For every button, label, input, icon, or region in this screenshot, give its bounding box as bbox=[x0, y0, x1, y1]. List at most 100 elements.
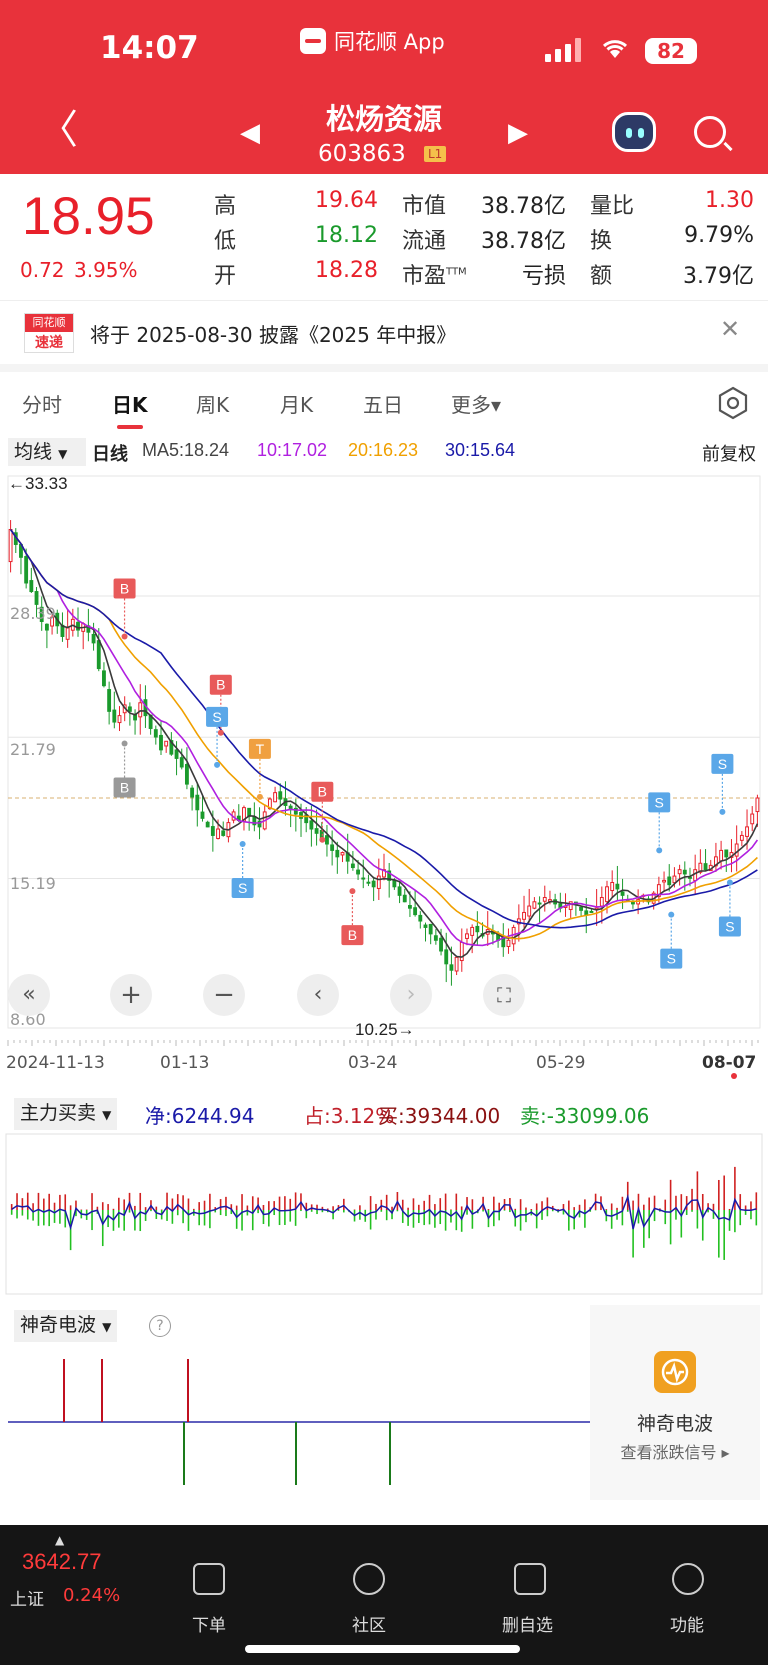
candle-body bbox=[703, 863, 708, 871]
assistant-robot-icon[interactable] bbox=[612, 112, 656, 152]
candle-body bbox=[672, 875, 677, 884]
adjust-mode[interactable]: 前复权 bbox=[702, 440, 756, 466]
candle-body bbox=[755, 797, 760, 813]
level-badge: L1 bbox=[424, 146, 447, 162]
app-label[interactable]: 同花顺 App bbox=[300, 26, 445, 56]
remove-watchlist-icon[interactable] bbox=[514, 1563, 546, 1595]
nav-functions[interactable]: 功能 bbox=[670, 1611, 704, 1636]
candle-body bbox=[682, 869, 687, 875]
open-label: 开 bbox=[214, 264, 237, 289]
close-icon[interactable]: ✕ bbox=[720, 315, 740, 343]
index-value[interactable]: 3642.77 bbox=[22, 1549, 102, 1575]
candle-body bbox=[371, 880, 376, 888]
zoom-out-full-icon[interactable]: « bbox=[8, 974, 50, 1016]
zoom-out-icon[interactable]: − bbox=[203, 974, 245, 1016]
settings-hexagon-icon[interactable] bbox=[716, 386, 750, 420]
x-tick: 03-24 bbox=[348, 1053, 398, 1073]
candle-body bbox=[413, 907, 418, 916]
notice-text: 将于 2025-08-30 披露《2025 年中报》 bbox=[90, 323, 457, 347]
candle-body bbox=[164, 740, 169, 747]
signal-label: B bbox=[216, 677, 225, 693]
community-icon[interactable] bbox=[353, 1563, 385, 1595]
main-force-panel: 主力买卖 ▼ 净:6244.94 占:3.12% 买:39344.00 卖:-3… bbox=[0, 1098, 768, 1298]
wifi-icon bbox=[600, 36, 630, 66]
candle-body bbox=[65, 627, 70, 640]
candle-body bbox=[454, 956, 459, 972]
candle-body bbox=[102, 670, 106, 687]
fullscreen-icon[interactable]: ⛶ bbox=[483, 974, 525, 1016]
signal-icon bbox=[545, 38, 581, 62]
wave-selector[interactable]: 神奇电波 ▼ bbox=[14, 1310, 118, 1342]
search-icon[interactable] bbox=[694, 116, 726, 148]
nav-remove-watchlist[interactable]: 删自选 bbox=[502, 1611, 553, 1636]
signal-label: S bbox=[655, 794, 664, 810]
next-stock-icon[interactable]: ▶ bbox=[508, 118, 528, 148]
candle-body bbox=[210, 826, 215, 836]
amount-label: 额 bbox=[590, 264, 613, 289]
tab-intraday[interactable]: 分时 bbox=[22, 389, 62, 418]
stock-code: 603863 bbox=[318, 141, 406, 167]
candle-body bbox=[335, 849, 340, 858]
main-force-selector[interactable]: 主力买卖 ▼ bbox=[14, 1098, 118, 1130]
candle-body bbox=[190, 787, 195, 798]
candle-body bbox=[506, 939, 511, 947]
y-tick: 21.79 bbox=[10, 740, 56, 759]
candle-body bbox=[532, 901, 537, 909]
tab-more[interactable]: 更多▾ bbox=[451, 389, 501, 418]
order-icon[interactable] bbox=[193, 1563, 225, 1595]
candle-body bbox=[459, 941, 464, 962]
earnings-notice[interactable]: 同花顺 速递 将于 2025-08-30 披露《2025 年中报》 ✕ bbox=[0, 300, 768, 364]
high-value: 19.64 bbox=[315, 188, 378, 213]
candle-body bbox=[138, 702, 143, 718]
quote-panel: 18.95 0.72 3.95% 高 19.64 低 18.12 开 18.28… bbox=[0, 174, 768, 300]
tab-five-day[interactable]: 五日 bbox=[363, 389, 403, 418]
mktcap-label: 市值 bbox=[402, 194, 447, 219]
tab-weekly-k[interactable]: 周K bbox=[196, 389, 229, 418]
candle-body bbox=[444, 949, 449, 965]
candle-body bbox=[428, 923, 433, 935]
candle-body bbox=[200, 811, 205, 819]
mktcap-value: 38.78亿 bbox=[481, 194, 566, 219]
pan-left-icon[interactable]: ‹ bbox=[297, 974, 339, 1016]
signal-dot bbox=[726, 879, 733, 886]
nav-order[interactable]: 下单 bbox=[192, 1611, 226, 1636]
pan-right-icon[interactable]: › bbox=[390, 974, 432, 1016]
menu-icon[interactable] bbox=[672, 1563, 704, 1595]
help-icon[interactable]: ? bbox=[149, 1315, 171, 1337]
candle-body bbox=[739, 834, 744, 841]
candle-body bbox=[216, 828, 220, 839]
float-value: 38.78亿 bbox=[481, 229, 566, 254]
candle-body bbox=[610, 882, 615, 892]
candle-body bbox=[750, 813, 755, 825]
candle-body bbox=[470, 926, 475, 936]
ma-selector[interactable]: 均线 ▼ bbox=[8, 438, 86, 466]
notice-logo-top: 同花顺 bbox=[25, 314, 73, 332]
candle-body bbox=[325, 835, 329, 845]
wave-icon bbox=[654, 1351, 696, 1393]
candle-body bbox=[356, 869, 360, 875]
wave-promo-card[interactable]: 神奇电波 查看涨跌信号 ▸ bbox=[590, 1305, 760, 1500]
ma20-value: 20:16.23 bbox=[348, 440, 419, 460]
status-time: 14:07 bbox=[100, 30, 199, 66]
signal-label: B bbox=[120, 580, 129, 596]
app-header: 14:07 同花顺 App 82 〈 ◀ 松炀资源 603863 L1 ▶ bbox=[0, 0, 768, 174]
signal-label: T bbox=[256, 741, 265, 757]
tab-daily-k[interactable]: 日K bbox=[112, 389, 148, 418]
nav-community[interactable]: 社区 bbox=[352, 1611, 386, 1636]
wave-promo-title: 神奇电波 bbox=[636, 1413, 713, 1435]
candle-body bbox=[8, 528, 13, 563]
kline-chart[interactable]: BBBSTSBBSSSS ←33.33 10.25→ 28.39 21.79 1… bbox=[0, 468, 768, 1098]
candle-body bbox=[579, 906, 584, 911]
period-tabs: 分时 日K 周K 月K 五日 更多▾ bbox=[0, 372, 768, 434]
candle-body bbox=[693, 869, 698, 882]
pe-value: 亏损 bbox=[521, 264, 566, 289]
tab-monthly-k[interactable]: 月K bbox=[280, 389, 313, 418]
turnover-value: 9.79% bbox=[684, 223, 754, 248]
candle-body bbox=[449, 964, 454, 971]
home-indicator bbox=[245, 1645, 520, 1653]
ma-legend-bar: 均线 ▼ 日线 MA5:18.24 10:17.02 20:16.23 30:1… bbox=[0, 434, 768, 468]
signal-label: S bbox=[667, 951, 676, 967]
x-tick: 05-29 bbox=[536, 1053, 586, 1073]
signal-dot bbox=[121, 740, 128, 747]
zoom-in-icon[interactable]: + bbox=[110, 974, 152, 1016]
